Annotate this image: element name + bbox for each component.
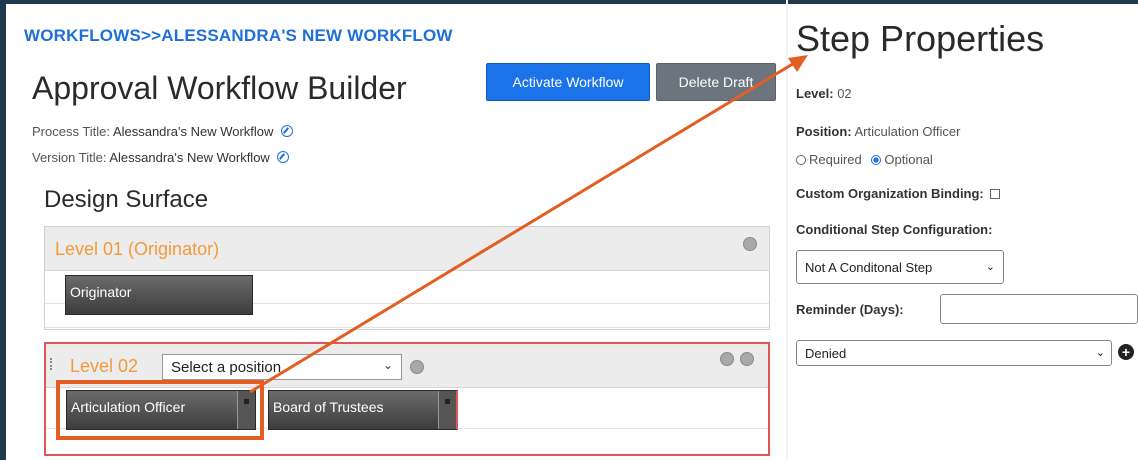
annotation-arrow-line xyxy=(249,60,797,394)
annotation-arrow xyxy=(249,55,808,394)
